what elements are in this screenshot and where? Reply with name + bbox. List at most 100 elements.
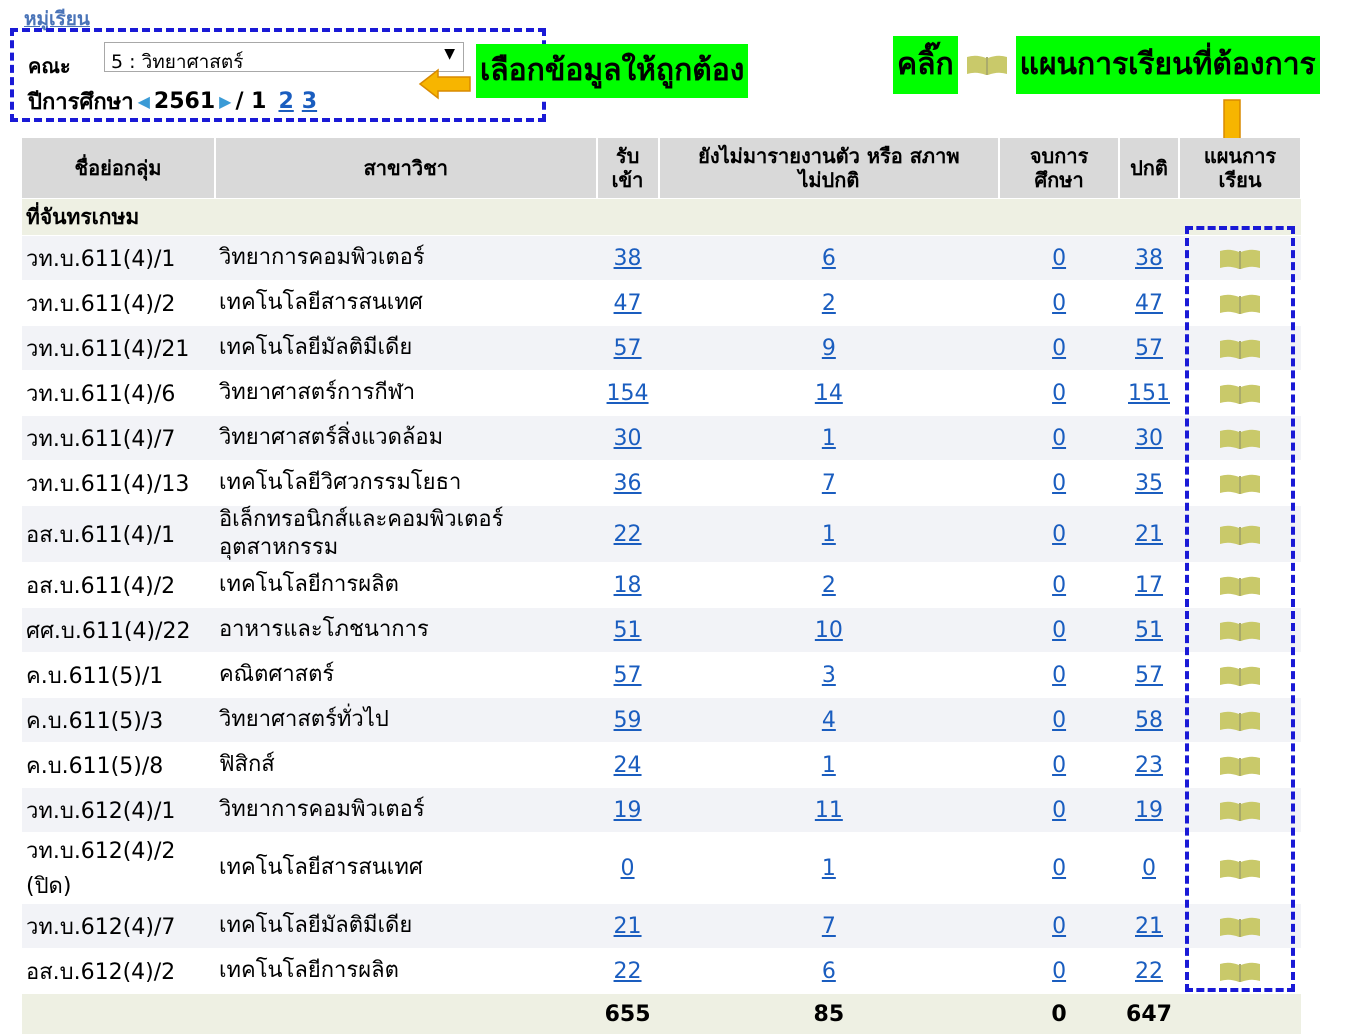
table-row: วท.บ.611(4)/21เทคโนโลยีมัลติมีเดีย 57 9 0 57 <box>22 326 1301 371</box>
graduated-cell: 0 <box>999 608 1119 653</box>
normal-link[interactable]: 21 <box>1135 914 1163 939</box>
graduated-link[interactable]: 0 <box>1052 522 1066 547</box>
abnormal-link[interactable]: 2 <box>822 291 836 316</box>
total-graduated: 0 <box>999 994 1119 1034</box>
graduated-link[interactable]: 0 <box>1052 471 1066 496</box>
admitted-link[interactable]: 22 <box>614 959 642 984</box>
normal-link[interactable]: 47 <box>1135 291 1163 316</box>
admitted-link[interactable]: 0 <box>621 856 635 881</box>
semester-link-3[interactable]: 3 <box>302 89 317 114</box>
graduated-link[interactable]: 0 <box>1052 708 1066 733</box>
graduated-cell: 0 <box>999 506 1119 563</box>
abnormal-link[interactable]: 7 <box>822 471 836 496</box>
abnormal-cell: 1 <box>659 506 1000 563</box>
abnormal-link[interactable]: 3 <box>822 663 836 688</box>
admitted-cell: 51 <box>597 608 659 653</box>
graduated-link[interactable]: 0 <box>1052 336 1066 361</box>
abnormal-cell: 1 <box>659 743 1000 788</box>
graduated-link[interactable]: 0 <box>1052 573 1066 598</box>
admitted-link[interactable]: 18 <box>614 573 642 598</box>
graduated-link[interactable]: 0 <box>1052 753 1066 778</box>
admitted-link[interactable]: 57 <box>614 336 642 361</box>
admitted-link[interactable]: 21 <box>614 914 642 939</box>
abnormal-link[interactable]: 10 <box>815 618 843 643</box>
graduated-cell: 0 <box>999 949 1119 994</box>
group-code: อส.บ.611(4)/1 <box>22 506 215 563</box>
abnormal-cell: 7 <box>659 461 1000 506</box>
admitted-link[interactable]: 154 <box>607 381 649 406</box>
abnormal-link[interactable]: 6 <box>822 246 836 271</box>
graduated-link[interactable]: 0 <box>1052 663 1066 688</box>
admitted-link[interactable]: 47 <box>614 291 642 316</box>
normal-link[interactable]: 22 <box>1135 959 1163 984</box>
column-header-graduated: จบการศึกษา <box>999 138 1119 199</box>
abnormal-link[interactable]: 1 <box>822 522 836 547</box>
book-icon <box>958 36 1016 94</box>
normal-link[interactable]: 151 <box>1128 381 1170 406</box>
normal-link[interactable]: 58 <box>1135 708 1163 733</box>
abnormal-cell: 3 <box>659 653 1000 698</box>
admitted-link[interactable]: 24 <box>614 753 642 778</box>
abnormal-link[interactable]: 6 <box>822 959 836 984</box>
graduated-link[interactable]: 0 <box>1052 798 1066 823</box>
abnormal-link[interactable]: 11 <box>815 798 843 823</box>
admitted-link[interactable]: 59 <box>614 708 642 733</box>
admitted-link[interactable]: 30 <box>614 426 642 451</box>
normal-link[interactable]: 19 <box>1135 798 1163 823</box>
abnormal-link[interactable]: 2 <box>822 573 836 598</box>
column-header-admitted: รับเข้า <box>597 138 659 199</box>
graduated-cell: 0 <box>999 416 1119 461</box>
normal-link[interactable]: 38 <box>1135 246 1163 271</box>
normal-cell: 23 <box>1119 743 1179 788</box>
table-row: วท.บ.612(4)/1วิทยาการคอมพิวเตอร์1911019 <box>22 788 1301 833</box>
abnormal-link[interactable]: 1 <box>822 856 836 881</box>
normal-link[interactable]: 30 <box>1135 426 1163 451</box>
normal-link[interactable]: 0 <box>1142 856 1156 881</box>
admitted-link[interactable]: 36 <box>614 471 642 496</box>
faculty-select[interactable]: 5 : วิทยาศาสตร์ ▼ <box>104 42 464 72</box>
abnormal-cell: 11 <box>659 788 1000 833</box>
normal-link[interactable]: 23 <box>1135 753 1163 778</box>
normal-cell: 19 <box>1119 788 1179 833</box>
table-row: ศศ.บ.611(4)/22อาหารและโภชนาการ5110051 <box>22 608 1301 653</box>
graduated-link[interactable]: 0 <box>1052 856 1066 881</box>
major-name: คณิตศาสตร์ <box>215 653 597 698</box>
abnormal-cell: 4 <box>659 698 1000 743</box>
campus-name: ที่จันทรเกษม <box>22 199 1301 236</box>
graduated-link[interactable]: 0 <box>1052 618 1066 643</box>
abnormal-link[interactable]: 7 <box>822 914 836 939</box>
normal-link[interactable]: 57 <box>1135 336 1163 361</box>
graduated-cell: 0 <box>999 371 1119 416</box>
normal-link[interactable]: 57 <box>1135 663 1163 688</box>
year-prev-icon[interactable]: ◀ <box>138 92 150 111</box>
normal-link[interactable]: 21 <box>1135 522 1163 547</box>
abnormal-link[interactable]: 4 <box>822 708 836 733</box>
group-code: วท.บ.611(4)/13 <box>22 461 215 506</box>
table-header-row: ชื่อย่อกลุ่ม สาขาวิชา รับเข้า ยังไม่มารา… <box>22 138 1301 199</box>
admitted-link[interactable]: 22 <box>614 522 642 547</box>
table-row: ค.บ.611(5)/3วิทยาศาสตร์ทั่วไป594058 <box>22 698 1301 743</box>
admitted-link[interactable]: 19 <box>614 798 642 823</box>
normal-link[interactable]: 35 <box>1135 471 1163 496</box>
abnormal-link[interactable]: 1 <box>822 426 836 451</box>
graduated-link[interactable]: 0 <box>1052 426 1066 451</box>
admitted-link[interactable]: 38 <box>614 246 642 271</box>
major-name: เทคโนโลยีมัลติมีเดีย <box>215 326 597 371</box>
abnormal-link[interactable]: 14 <box>815 381 843 406</box>
graduated-link[interactable]: 0 <box>1052 914 1066 939</box>
admitted-link[interactable]: 57 <box>614 663 642 688</box>
left-arrow-icon <box>418 68 472 100</box>
year-next-icon[interactable]: ▶ <box>219 92 231 111</box>
graduated-link[interactable]: 0 <box>1052 959 1066 984</box>
group-code: วท.บ.611(4)/21 <box>22 326 215 371</box>
graduated-link[interactable]: 0 <box>1052 246 1066 271</box>
semester-link-2[interactable]: 2 <box>278 89 293 114</box>
normal-link[interactable]: 17 <box>1135 573 1163 598</box>
abnormal-link[interactable]: 1 <box>822 753 836 778</box>
normal-link[interactable]: 51 <box>1135 618 1163 643</box>
abnormal-link[interactable]: 9 <box>822 336 836 361</box>
graduated-link[interactable]: 0 <box>1052 381 1066 406</box>
graduated-link[interactable]: 0 <box>1052 291 1066 316</box>
column-header-major: สาขาวิชา <box>215 138 597 199</box>
admitted-link[interactable]: 51 <box>614 618 642 643</box>
